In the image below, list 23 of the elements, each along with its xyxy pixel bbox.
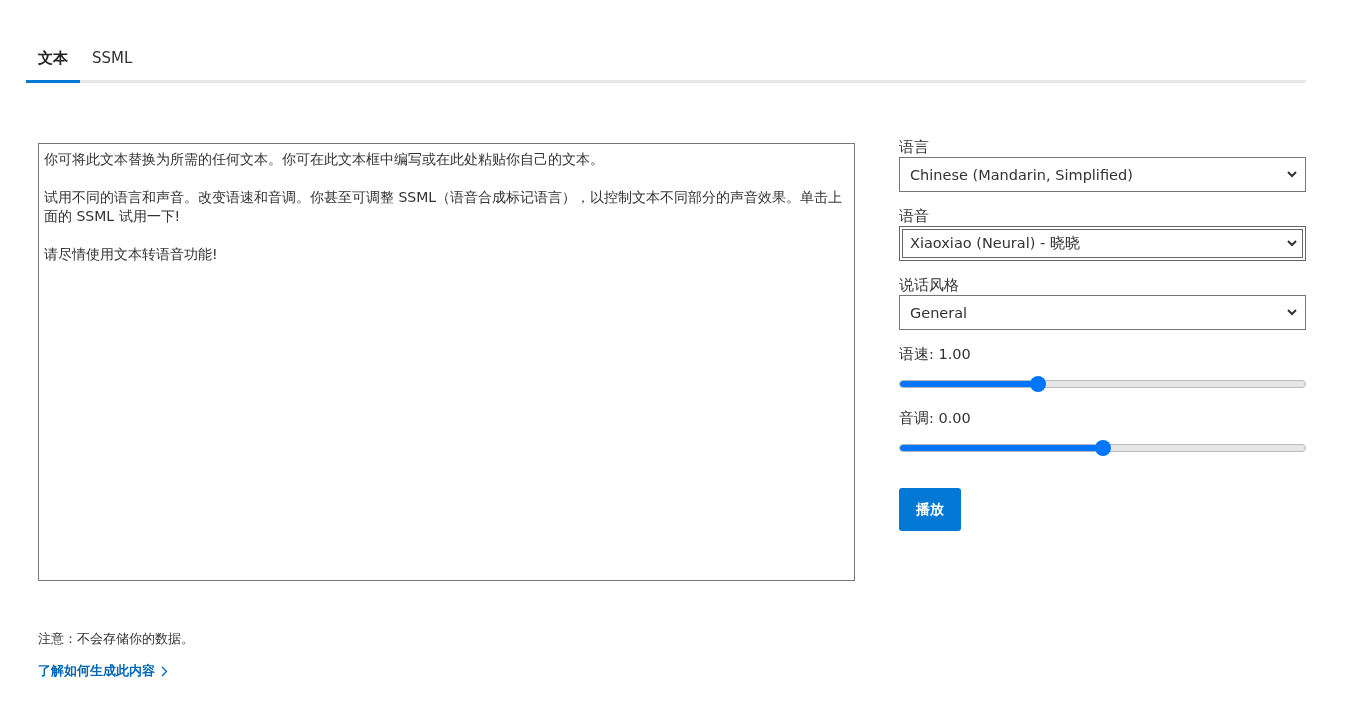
field-label: 语速: 1.00 [899, 346, 972, 362]
text-paragraph: 请尽情使用文本转语音功能! [44, 245, 219, 264]
field-label: 音调: 0.00 [899, 410, 972, 426]
dropdown[interactable]: Xiaoxiao (Neural) - 晓晓 [899, 226, 1306, 261]
dropdown[interactable]: General [899, 295, 1306, 330]
chevron-right-icon [161, 665, 168, 677]
dropdown[interactable]: Chinese (Mandarin, Simplified) [899, 157, 1306, 192]
play-button[interactable]: 播放 [899, 488, 961, 531]
chevron-down-icon [1287, 309, 1297, 316]
field-label: 说话风格 [899, 277, 960, 293]
slider-thumb[interactable] [1094, 440, 1111, 456]
text-paragraph: 试用不同的语言和声音。改变语速和音调。你甚至可调整 SSML（语音合成标记语言），以控制文本不同部分的声音效果。单击上面的 SSML 试用一下! [44, 188, 844, 226]
text-input-field[interactable]: 你可将此文本替换为所需的任何文本。你可在此文本框中编写或在此处粘贴你自己的文本。 试用不同的语言和声音。改变语速和音调。你甚至可调整 SSML（语音合成标记语言），以控制文本不同部分的声音效果。单击上面的 SSML 试用一下! 请尽情使用文本转语音功能! [38, 143, 855, 581]
field-label: 语音 [899, 208, 930, 224]
learn-more-link[interactable]: 了解如何生成此内容 [38, 662, 168, 680]
chevron-down-icon [1287, 240, 1297, 247]
text-paragraph: 你可将此文本替换为所需的任何文本。你可在此文本框中编写或在此处粘贴你自己的文本。 [44, 150, 605, 169]
privacy-note: 注意：不会存储你的数据。 [37, 631, 195, 648]
chevron-down-icon [1287, 171, 1297, 178]
field-label: 语言 [899, 139, 930, 155]
slider-thumb[interactable] [1029, 376, 1046, 392]
tab[interactable]: SSML [80, 36, 145, 83]
tab[interactable]: 文本 [26, 36, 80, 83]
